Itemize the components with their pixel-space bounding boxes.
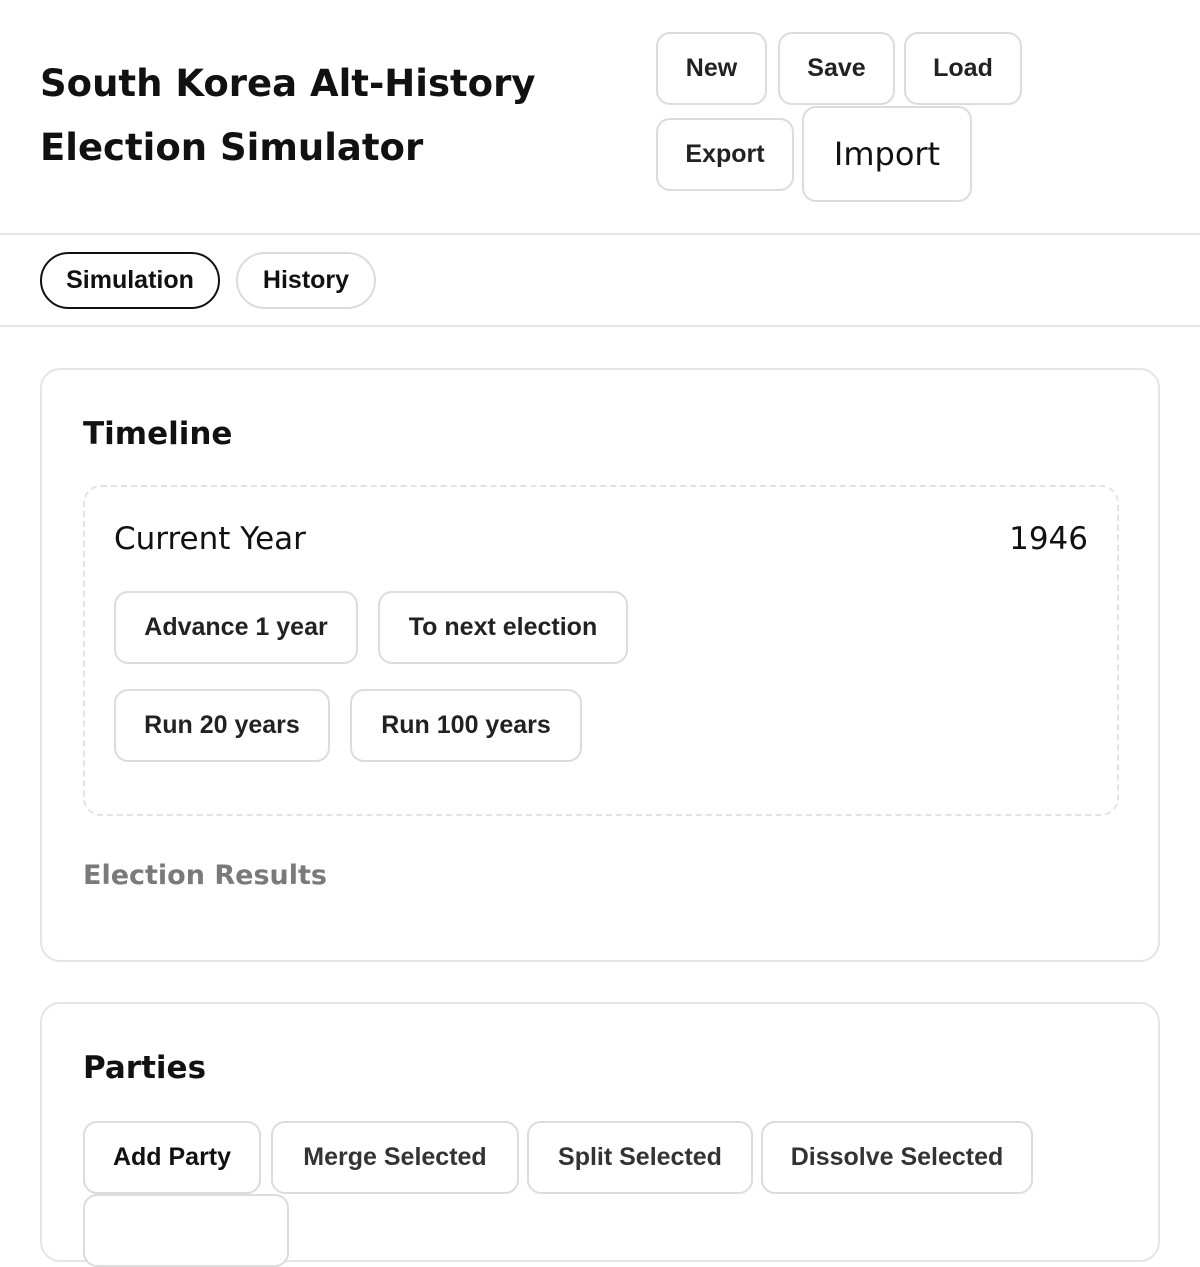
parties-card: Parties Add Party Merge Selected Split S… bbox=[40, 1002, 1160, 1267]
current-year-label: Current Year bbox=[114, 521, 306, 557]
tab-simulation[interactable]: Simulation bbox=[40, 252, 220, 309]
page-title: South Korea Alt-History Election Simulat… bbox=[40, 52, 600, 180]
tab-history[interactable]: History bbox=[236, 252, 376, 309]
add-party-button[interactable]: Add Party bbox=[83, 1121, 261, 1194]
new-button[interactable]: New bbox=[656, 32, 767, 105]
page-title-line-2: Election Simulator bbox=[40, 126, 424, 169]
current-year-panel: Current Year 1946 Advance 1 year To next… bbox=[83, 485, 1119, 816]
dissolve-selected-button[interactable]: Dissolve Selected bbox=[761, 1121, 1033, 1194]
parties-title: Parties bbox=[83, 1050, 207, 1086]
app-header: South Korea Alt-History Election Simulat… bbox=[0, 0, 1200, 235]
merge-selected-button[interactable]: Merge Selected bbox=[271, 1121, 519, 1194]
tab-bar: Simulation History bbox=[0, 235, 1200, 327]
run-100-years-button[interactable]: Run 100 years bbox=[350, 689, 582, 762]
run-20-years-button[interactable]: Run 20 years bbox=[114, 689, 330, 762]
timeline-title: Timeline bbox=[83, 416, 233, 452]
save-button[interactable]: Save bbox=[778, 32, 895, 105]
current-year-value: 1946 bbox=[1009, 521, 1088, 557]
to-next-election-button[interactable]: To next election bbox=[378, 591, 628, 664]
split-selected-button[interactable]: Split Selected bbox=[527, 1121, 753, 1194]
page-title-line-1: South Korea Alt-History bbox=[40, 62, 536, 105]
advance-1-year-button[interactable]: Advance 1 year bbox=[114, 591, 358, 664]
timeline-card: Timeline Current Year 1946 Advance 1 yea… bbox=[40, 368, 1160, 962]
export-button[interactable]: Export bbox=[656, 118, 794, 191]
parties-extra-button[interactable] bbox=[83, 1194, 289, 1267]
import-button[interactable]: Import bbox=[802, 106, 972, 202]
election-results-heading: Election Results bbox=[83, 860, 327, 891]
load-button[interactable]: Load bbox=[904, 32, 1022, 105]
